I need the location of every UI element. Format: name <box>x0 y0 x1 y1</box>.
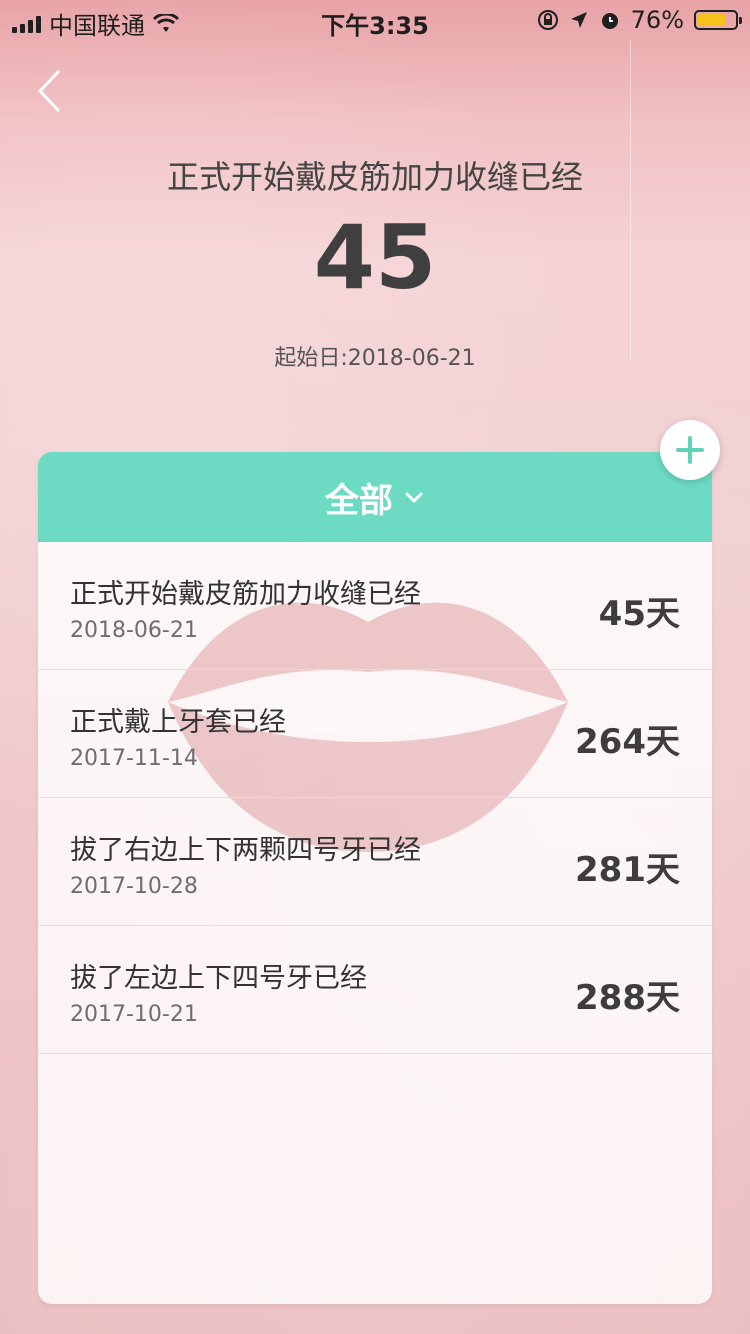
item-title: 拔了左边上下四号牙已经 <box>70 963 367 994</box>
event-list: 正式开始戴皮筋加力收缝已经 2018-06-21 45天 正式戴上牙套已经 20… <box>38 542 712 1054</box>
list-item[interactable]: 拔了左边上下四号牙已经 2017-10-21 288天 <box>38 926 712 1054</box>
item-title: 拔了右边上下两颗四号牙已经 <box>70 835 421 866</box>
rotation-lock-icon <box>537 10 558 30</box>
day-counter: 45 <box>313 206 437 309</box>
list-item[interactable]: 正式戴上牙套已经 2017-11-14 264天 <box>38 670 712 798</box>
item-days: 281天 <box>575 850 680 890</box>
item-days: 288天 <box>575 978 680 1018</box>
location-icon <box>570 12 587 28</box>
filter-label: 全部 <box>325 480 393 521</box>
status-bar: 中国联通 下午3:35 76% <box>0 0 750 40</box>
alarm-icon <box>601 13 618 29</box>
battery-icon <box>694 10 742 30</box>
header-title: 正式开始戴皮筋加力收缝已经 <box>166 158 583 196</box>
chevron-down-icon <box>405 492 423 503</box>
back-button[interactable] <box>30 66 70 116</box>
item-title: 正式戴上牙套已经 <box>70 707 286 738</box>
add-button[interactable] <box>660 420 720 480</box>
start-date-label: 起始日:2018-06-21 <box>274 346 476 371</box>
battery-percentage: 76% <box>630 6 684 34</box>
item-date: 2017-11-14 <box>70 746 198 771</box>
filter-dropdown[interactable]: 全部 <box>38 452 712 542</box>
background-divider <box>630 40 631 360</box>
list-item[interactable]: 正式开始戴皮筋加力收缝已经 2018-06-21 45天 <box>38 542 712 670</box>
list-item[interactable]: 拔了右边上下两颗四号牙已经 2017-10-28 281天 <box>38 798 712 926</box>
item-date: 2018-06-21 <box>70 618 198 643</box>
item-days: 45天 <box>598 594 680 634</box>
status-right: 76% <box>537 6 742 34</box>
item-date: 2017-10-21 <box>70 1002 198 1027</box>
item-date: 2017-10-28 <box>70 874 198 899</box>
chevron-left-icon <box>38 70 60 112</box>
event-list-card: 全部 正式开始戴皮筋加力收缝已经 2018-06-21 45天 正式戴上牙套已经… <box>38 452 712 1304</box>
item-days: 264天 <box>575 722 680 762</box>
item-title: 正式开始戴皮筋加力收缝已经 <box>70 579 421 610</box>
plus-icon <box>676 436 704 464</box>
